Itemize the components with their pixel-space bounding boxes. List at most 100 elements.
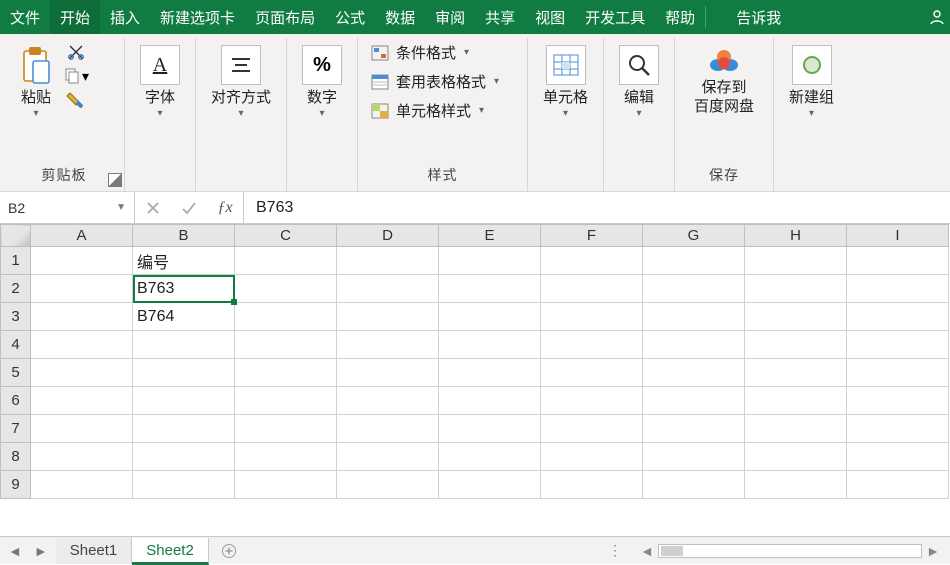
- tab-view[interactable]: 视图: [525, 0, 575, 34]
- cell-C2[interactable]: [235, 275, 337, 303]
- sheet-tab-0[interactable]: Sheet1: [56, 537, 133, 564]
- cell-H9[interactable]: [745, 471, 847, 499]
- cell-E8[interactable]: [439, 443, 541, 471]
- cell-D3[interactable]: [337, 303, 439, 331]
- cell-I6[interactable]: [847, 387, 949, 415]
- col-header-C[interactable]: C: [235, 225, 337, 247]
- row-header-1[interactable]: 1: [1, 247, 31, 275]
- tab-file[interactable]: 文件: [0, 0, 50, 34]
- cell-G6[interactable]: [643, 387, 745, 415]
- cell-H6[interactable]: [745, 387, 847, 415]
- cell-G7[interactable]: [643, 415, 745, 443]
- add-sheet-button[interactable]: [209, 537, 249, 564]
- row-header-8[interactable]: 8: [1, 443, 31, 471]
- cell-E2[interactable]: [439, 275, 541, 303]
- cell-F8[interactable]: [541, 443, 643, 471]
- cell-D1[interactable]: [337, 247, 439, 275]
- cell-F9[interactable]: [541, 471, 643, 499]
- cell-E6[interactable]: [439, 387, 541, 415]
- cell-I8[interactable]: [847, 443, 949, 471]
- cell-G9[interactable]: [643, 471, 745, 499]
- editing-button[interactable]: 编辑 ▾: [612, 40, 666, 124]
- cell-A7[interactable]: [31, 415, 133, 443]
- account-icon[interactable]: [918, 0, 950, 34]
- worksheet-grid[interactable]: ABCDEFGHI1编号2B7633B764456789: [0, 224, 950, 524]
- cell-D9[interactable]: [337, 471, 439, 499]
- cell-C7[interactable]: [235, 415, 337, 443]
- cell-B4[interactable]: [133, 331, 235, 359]
- cell-D8[interactable]: [337, 443, 439, 471]
- cell-E9[interactable]: [439, 471, 541, 499]
- col-header-B[interactable]: B: [133, 225, 235, 247]
- cell-H7[interactable]: [745, 415, 847, 443]
- sheet-nav[interactable]: ◄ ►: [0, 537, 56, 564]
- tab-formulas[interactable]: 公式: [325, 0, 375, 34]
- cell-I9[interactable]: [847, 471, 949, 499]
- row-header-9[interactable]: 9: [1, 471, 31, 499]
- tellme-label[interactable]: 告诉我: [726, 0, 791, 34]
- select-all-corner[interactable]: [1, 225, 31, 247]
- cell-E3[interactable]: [439, 303, 541, 331]
- enter-formula-button[interactable]: [171, 201, 207, 215]
- col-header-G[interactable]: G: [643, 225, 745, 247]
- row-header-5[interactable]: 5: [1, 359, 31, 387]
- row-header-3[interactable]: 3: [1, 303, 31, 331]
- cell-D4[interactable]: [337, 331, 439, 359]
- new-group-button[interactable]: 新建组 ▾: [782, 40, 841, 124]
- cell-C6[interactable]: [235, 387, 337, 415]
- scroll-left-icon[interactable]: ◄: [636, 543, 658, 559]
- clipboard-dialog-launcher[interactable]: [108, 173, 122, 187]
- tab-home[interactable]: 开始: [50, 0, 100, 34]
- tab-pagelayout[interactable]: 页面布局: [245, 0, 325, 34]
- cell-F4[interactable]: [541, 331, 643, 359]
- horizontal-scrollbar[interactable]: ◄ ►: [630, 537, 950, 564]
- cell-F5[interactable]: [541, 359, 643, 387]
- number-button[interactable]: % 数字 ▾: [295, 40, 349, 124]
- cell-A4[interactable]: [31, 331, 133, 359]
- tab-newtab[interactable]: 新建选项卡: [150, 0, 245, 34]
- cell-C9[interactable]: [235, 471, 337, 499]
- cell-E7[interactable]: [439, 415, 541, 443]
- cell-C1[interactable]: [235, 247, 337, 275]
- cell-G8[interactable]: [643, 443, 745, 471]
- cell-B5[interactable]: [133, 359, 235, 387]
- sheet-prev-icon[interactable]: ◄: [8, 543, 22, 559]
- row-header-6[interactable]: 6: [1, 387, 31, 415]
- cell-H2[interactable]: [745, 275, 847, 303]
- sheet-next-icon[interactable]: ►: [34, 543, 48, 559]
- row-header-7[interactable]: 7: [1, 415, 31, 443]
- tellme-icon[interactable]: [706, 0, 726, 34]
- cell-A2[interactable]: [31, 275, 133, 303]
- tab-help[interactable]: 帮助: [655, 0, 705, 34]
- cell-D6[interactable]: [337, 387, 439, 415]
- cell-D5[interactable]: [337, 359, 439, 387]
- cell-C5[interactable]: [235, 359, 337, 387]
- cell-F2[interactable]: [541, 275, 643, 303]
- row-header-4[interactable]: 4: [1, 331, 31, 359]
- cancel-formula-button[interactable]: [135, 201, 171, 215]
- format-as-table-button[interactable]: 套用表格格式▾: [366, 69, 503, 94]
- cell-B1[interactable]: 编号: [133, 247, 235, 275]
- row-header-2[interactable]: 2: [1, 275, 31, 303]
- cell-H4[interactable]: [745, 331, 847, 359]
- cell-F3[interactable]: [541, 303, 643, 331]
- cells-button[interactable]: 单元格 ▾: [536, 40, 595, 124]
- paste-button[interactable]: 粘贴 ▾: [12, 40, 60, 124]
- cell-B7[interactable]: [133, 415, 235, 443]
- cell-B2[interactable]: B763: [133, 275, 235, 303]
- cell-B9[interactable]: [133, 471, 235, 499]
- cell-D7[interactable]: [337, 415, 439, 443]
- cell-I3[interactable]: [847, 303, 949, 331]
- scroll-right-icon[interactable]: ►: [922, 543, 944, 559]
- alignment-button[interactable]: 对齐方式 ▾: [204, 40, 278, 124]
- col-header-A[interactable]: A: [31, 225, 133, 247]
- cell-H1[interactable]: [745, 247, 847, 275]
- col-header-H[interactable]: H: [745, 225, 847, 247]
- format-painter-button[interactable]: [62, 88, 90, 112]
- cell-I7[interactable]: [847, 415, 949, 443]
- col-header-D[interactable]: D: [337, 225, 439, 247]
- cell-I5[interactable]: [847, 359, 949, 387]
- cell-B6[interactable]: [133, 387, 235, 415]
- cell-G1[interactable]: [643, 247, 745, 275]
- tab-review[interactable]: 审阅: [425, 0, 475, 34]
